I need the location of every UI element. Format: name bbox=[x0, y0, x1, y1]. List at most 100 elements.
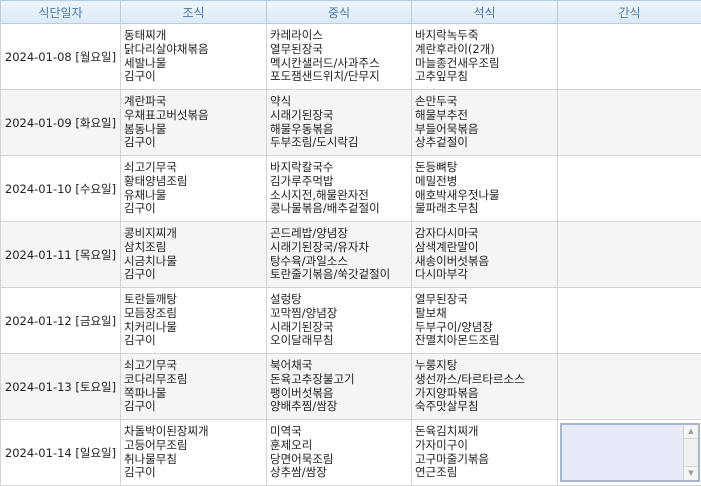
header-lunch: 중식 bbox=[266, 0, 412, 24]
table-row: 2024-01-11 [목요일] 콩비지찌개 삼치조림 시금치나물 김구이 곤드레밥/양념… bbox=[0, 221, 701, 288]
menu-item: 쪽파나물 bbox=[124, 385, 167, 400]
menu-item: 감자다시마국 bbox=[415, 225, 479, 240]
textarea-scrollbar[interactable]: ▲ ▼ bbox=[683, 425, 698, 480]
dinner-cell: 돈육김치찌개 가자미구이 고구마줄기볶음 연근조림 bbox=[411, 419, 558, 486]
lunch-cell: 카레라이스 열무된장국 멕시칸샐러드/사과주스 포도잼샌드위치/단무지 bbox=[266, 23, 412, 90]
date-cell: 2024-01-11 [목요일] bbox=[0, 221, 121, 288]
menu-item: 약식 bbox=[270, 93, 292, 108]
menu-item: 차돌박이된장찌개 bbox=[124, 423, 209, 438]
menu-item: 김구이 bbox=[124, 399, 156, 414]
menu-item: 계란파국 bbox=[124, 93, 167, 108]
menu-item: 황태양념조림 bbox=[124, 173, 188, 188]
breakfast-cell: 토란들깨탕 모듬장조림 치커리나물 김구이 bbox=[120, 287, 267, 354]
lunch-cell: 바지락칼국수 김가루주먹밥 소시지전,해물완자전 콩나물볶음/배추겉절이 bbox=[266, 155, 412, 222]
scroll-down-icon[interactable]: ▼ bbox=[684, 466, 698, 480]
menu-item: 멕시칸샐러드/사과주스 bbox=[270, 55, 380, 70]
menu-item: 김가루주먹밥 bbox=[270, 173, 334, 188]
snack-textarea[interactable]: ▲ ▼ bbox=[560, 423, 700, 482]
menu-item: 상추쌈/쌈장 bbox=[270, 465, 327, 480]
menu-item: 고구마줄기볶음 bbox=[415, 451, 490, 466]
menu-item: 쇠고기무국 bbox=[124, 357, 177, 372]
dinner-cell: 열무된장국 팔보채 두부구이/양념장 잔멸치아몬드조림 bbox=[411, 287, 558, 354]
menu-item: 새송이버섯볶음 bbox=[415, 253, 490, 268]
menu-item: 시래기된장국 bbox=[270, 107, 334, 122]
date-cell: 2024-01-09 [화요일] bbox=[0, 89, 121, 156]
dinner-cell: 누룽지탕 생선까스/타르타르소스 가지양파볶음 숙주맛살무침 bbox=[411, 353, 558, 420]
menu-item: 훈제오리 bbox=[270, 437, 313, 452]
menu-item: 콩비지찌개 bbox=[124, 225, 177, 240]
menu-item: 취나물무침 bbox=[124, 451, 177, 466]
menu-item: 당면어묵조림 bbox=[270, 451, 334, 466]
menu-item: 포도잼샌드위치/단무지 bbox=[270, 69, 380, 84]
menu-item: 물파래초무침 bbox=[415, 201, 479, 216]
menu-item: 손만두국 bbox=[415, 93, 458, 108]
menu-item: 삼색계란말이 bbox=[415, 239, 479, 254]
menu-item: 시래기된장국 bbox=[270, 319, 334, 334]
menu-item: 치커리나물 bbox=[124, 319, 177, 334]
menu-item: 김구이 bbox=[124, 69, 156, 84]
dinner-cell: 바지락녹두죽 계란후라이(2개) 마늘종건새우조림 고추잎무침 bbox=[411, 23, 558, 90]
menu-item: 오이달래무침 bbox=[270, 333, 334, 348]
scroll-up-icon[interactable]: ▲ bbox=[684, 425, 698, 439]
breakfast-cell: 계란파국 우채표고버섯볶음 봄동나물 김구이 bbox=[120, 89, 267, 156]
meal-table: 식단일자 조식 중식 석식 간식 2024-01-08 [월요일] 동태찌개 닭다리… bbox=[0, 0, 701, 486]
menu-item: 쇠고기무국 bbox=[124, 159, 177, 174]
date-cell: 2024-01-14 [일요일] bbox=[0, 419, 121, 486]
menu-item: 북어채국 bbox=[270, 357, 313, 372]
menu-item: 가지양파볶음 bbox=[415, 385, 479, 400]
menu-item: 콩나물볶음/배추겉절이 bbox=[270, 201, 380, 216]
date-cell: 2024-01-13 [토요일] bbox=[0, 353, 121, 420]
table-row: 2024-01-12 [금요일] 토란들깨탕 모듬장조림 치커리나물 김구이 설렁탕 꼬막찜… bbox=[0, 287, 701, 354]
menu-item: 숙주맛살무침 bbox=[415, 399, 479, 414]
menu-item: 동태찌개 bbox=[124, 27, 167, 42]
snack-cell bbox=[557, 155, 701, 222]
menu-item: 김구이 bbox=[124, 201, 156, 216]
menu-item: 시래기된장국/유자차 bbox=[270, 239, 370, 254]
snack-cell bbox=[557, 89, 701, 156]
header-date: 식단일자 bbox=[0, 0, 121, 24]
menu-item: 열무된장국 bbox=[270, 41, 323, 56]
table-row: 2024-01-08 [월요일] 동태찌개 닭다리살야채볶음 세발나물 김구이 카레라이스… bbox=[0, 23, 701, 90]
menu-item: 메밀전병 bbox=[415, 173, 458, 188]
menu-item: 연근조림 bbox=[415, 465, 458, 480]
table-row: 2024-01-14 [일요일] 차돌박이된장찌개 고등어무조림 취나물무침 김구이 미역… bbox=[0, 419, 701, 486]
header-row: 식단일자 조식 중식 석식 간식 bbox=[0, 0, 701, 24]
menu-item: 다시마부각 bbox=[415, 267, 468, 282]
menu-item: 세발나물 bbox=[124, 55, 167, 70]
menu-item: 코다리무조림 bbox=[124, 371, 188, 386]
menu-item: 미역국 bbox=[270, 423, 302, 438]
snack-cell bbox=[557, 221, 701, 288]
menu-item: 토란들깨탕 bbox=[124, 291, 177, 306]
menu-item: 돈육김치찌개 bbox=[415, 423, 479, 438]
meal-table-body: 2024-01-08 [월요일] 동태찌개 닭다리살야채볶음 세발나물 김구이 카레라이스… bbox=[0, 23, 701, 486]
menu-item: 팽이버섯볶음 bbox=[270, 385, 334, 400]
snack-cell: ▲ ▼ bbox=[557, 419, 701, 486]
menu-item: 바지락칼국수 bbox=[270, 159, 334, 174]
lunch-cell: 북어채국 돈육고추장불고기 팽이버섯볶음 양배추찜/쌈장 bbox=[266, 353, 412, 420]
breakfast-cell: 동태찌개 닭다리살야채볶음 세발나물 김구이 bbox=[120, 23, 267, 90]
header-dinner: 석식 bbox=[411, 0, 558, 24]
menu-item: 카레라이스 bbox=[270, 27, 323, 42]
breakfast-cell: 차돌박이된장찌개 고등어무조림 취나물무침 김구이 bbox=[120, 419, 267, 486]
menu-item: 삼치조림 bbox=[124, 239, 167, 254]
lunch-cell: 약식 시래기된장국 해물우동볶음 두부조림/도시락김 bbox=[266, 89, 412, 156]
menu-item: 누룽지탕 bbox=[415, 357, 458, 372]
menu-item: 닭다리살야채볶음 bbox=[124, 41, 209, 56]
menu-item: 소시지전,해물완자전 bbox=[270, 187, 369, 202]
menu-item: 탕수육/과일소스 bbox=[270, 253, 348, 268]
menu-item: 바지락녹두죽 bbox=[415, 27, 479, 42]
breakfast-cell: 콩비지찌개 삼치조림 시금치나물 김구이 bbox=[120, 221, 267, 288]
menu-item: 열무된장국 bbox=[415, 291, 468, 306]
date-cell: 2024-01-08 [월요일] bbox=[0, 23, 121, 90]
menu-item: 김구이 bbox=[124, 333, 156, 348]
dinner-cell: 감자다시마국 삼색계란말이 새송이버섯볶음 다시마부각 bbox=[411, 221, 558, 288]
menu-item: 시금치나물 bbox=[124, 253, 177, 268]
menu-item: 곤드레밥/양념장 bbox=[270, 225, 348, 240]
menu-item: 양배추찜/쌈장 bbox=[270, 399, 338, 414]
breakfast-cell: 쇠고기무국 황태양념조림 유채나물 김구이 bbox=[120, 155, 267, 222]
lunch-cell: 미역국 훈제오리 당면어묵조림 상추쌈/쌈장 bbox=[266, 419, 412, 486]
menu-item: 두부구이/양념장 bbox=[415, 319, 493, 334]
date-cell: 2024-01-10 [수요일] bbox=[0, 155, 121, 222]
menu-item: 모듬장조림 bbox=[124, 305, 177, 320]
table-row: 2024-01-09 [화요일] 계란파국 우채표고버섯볶음 봄동나물 김구이 약식 시래기… bbox=[0, 89, 701, 156]
